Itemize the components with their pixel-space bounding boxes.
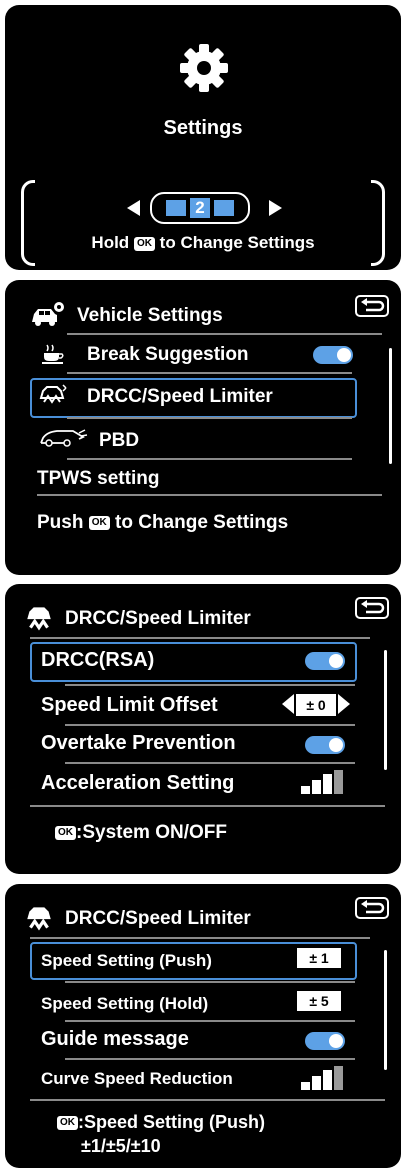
divider xyxy=(30,937,370,939)
tpws-setting-label[interactable]: TPWS setting xyxy=(37,468,159,490)
drcc-title: DRCC/Speed Limiter xyxy=(65,908,251,929)
speed-setting-push-label[interactable]: Speed Setting (Push) xyxy=(41,951,212,971)
divider xyxy=(65,1020,355,1022)
page-prev-arrow[interactable] xyxy=(127,200,140,216)
break-suggestion-toggle[interactable] xyxy=(313,346,353,364)
break-suggestion-label[interactable]: Break Suggestion xyxy=(87,344,249,366)
coffee-cup-icon xyxy=(42,344,64,364)
back-arrow-icon xyxy=(361,600,385,614)
divider xyxy=(67,333,382,335)
page-next-arrow[interactable] xyxy=(269,200,282,216)
divider xyxy=(65,762,355,764)
offset-value: ± 0 xyxy=(296,694,336,716)
back-button[interactable] xyxy=(355,897,389,919)
scrollbar[interactable] xyxy=(384,650,387,770)
page-number: 2 xyxy=(195,198,205,217)
divider xyxy=(65,981,355,983)
back-arrow-icon xyxy=(361,900,385,914)
scrollbar[interactable] xyxy=(389,348,392,464)
ok-button-icon: OK xyxy=(55,825,76,840)
gear-icon xyxy=(180,44,228,92)
scrollbar[interactable] xyxy=(384,950,387,1070)
divider xyxy=(30,637,370,639)
left-bracket xyxy=(21,180,35,266)
page-dot-left xyxy=(166,200,186,216)
divider xyxy=(67,458,352,460)
divider xyxy=(30,1099,385,1101)
vehicle-settings-panel: Vehicle Settings Break Suggestion DRCC/S… xyxy=(5,280,401,575)
speed-setting-hold-label[interactable]: Speed Setting (Hold) xyxy=(41,994,208,1014)
ok-button-icon: OK xyxy=(133,236,155,251)
drcc-rsa-toggle[interactable] xyxy=(305,652,345,670)
drcc-icon xyxy=(27,607,51,631)
back-button[interactable] xyxy=(355,295,389,317)
offset-decrease[interactable] xyxy=(282,694,294,714)
acceleration-level-bars xyxy=(301,770,345,794)
divider xyxy=(65,724,355,726)
car-door-icon xyxy=(40,429,88,447)
system-onoff-hint: OK:System ON/OFF xyxy=(55,822,227,844)
speed-setting-options: ±1/±5/±10 xyxy=(81,1136,161,1156)
divider xyxy=(37,494,382,496)
speed-setting-hint: OK:Speed Setting (Push) xyxy=(57,1112,265,1133)
overtake-prevention-label[interactable]: Overtake Prevention xyxy=(41,732,236,755)
page-number-box: 2 xyxy=(190,198,210,218)
overtake-prevention-toggle[interactable] xyxy=(305,736,345,754)
ok-button-icon: OK xyxy=(57,1116,78,1131)
right-bracket xyxy=(371,180,385,266)
offset-increase[interactable] xyxy=(338,694,350,714)
curve-reduction-level-bars xyxy=(301,1066,345,1090)
drcc-rsa-label[interactable]: DRCC(RSA) xyxy=(41,649,154,672)
hint-prefix: Hold xyxy=(91,233,130,252)
drcc-speed-limiter-label[interactable]: DRCC/Speed Limiter xyxy=(87,386,273,408)
settings-panel: Settings 2 Hold OK to Change Settings xyxy=(5,5,401,270)
guide-message-toggle[interactable] xyxy=(305,1032,345,1050)
hint-suffix: to Change Settings xyxy=(159,233,315,252)
hold-hint: Hold OK to Change Settings xyxy=(5,233,401,253)
divider xyxy=(67,372,352,374)
pbd-label[interactable]: PBD xyxy=(99,430,139,452)
drcc-icon xyxy=(27,907,51,931)
divider xyxy=(67,417,352,419)
car-settings-icon xyxy=(32,302,64,326)
vehicle-settings-title: Vehicle Settings xyxy=(77,305,223,326)
speed-limit-offset-label[interactable]: Speed Limit Offset xyxy=(41,694,218,717)
ok-button-icon: OK xyxy=(88,515,110,530)
curve-speed-reduction-label[interactable]: Curve Speed Reduction xyxy=(41,1069,233,1089)
push-hint: Push OK to Change Settings xyxy=(37,512,288,534)
hint-text: :Speed Setting (Push) xyxy=(78,1112,266,1132)
guide-message-label[interactable]: Guide message xyxy=(41,1028,189,1051)
speed-setting-push-value[interactable]: ± 1 xyxy=(297,948,341,968)
divider xyxy=(65,684,355,686)
speed-setting-panel: DRCC/Speed Limiter Speed Setting (Push) … xyxy=(5,884,401,1168)
divider xyxy=(30,805,385,807)
page-indicator: 2 xyxy=(150,192,250,224)
page-dot-right xyxy=(214,200,234,216)
drcc-settings-panel: DRCC/Speed Limiter DRCC(RSA) Speed Limit… xyxy=(5,584,401,874)
hint-text: :System ON/OFF xyxy=(76,822,227,843)
drcc-title: DRCC/Speed Limiter xyxy=(65,608,251,629)
acceleration-setting-label[interactable]: Acceleration Setting xyxy=(41,772,234,795)
back-arrow-icon xyxy=(361,298,385,312)
offset-stepper[interactable]: ± 0 xyxy=(282,694,352,716)
speed-setting-hold-value[interactable]: ± 5 xyxy=(297,991,341,1011)
hint-prefix: Push xyxy=(37,512,84,533)
back-button[interactable] xyxy=(355,597,389,619)
hint-suffix: to Change Settings xyxy=(115,512,289,533)
divider xyxy=(65,1058,355,1060)
drcc-icon xyxy=(39,384,67,404)
page-title: Settings xyxy=(163,117,243,139)
